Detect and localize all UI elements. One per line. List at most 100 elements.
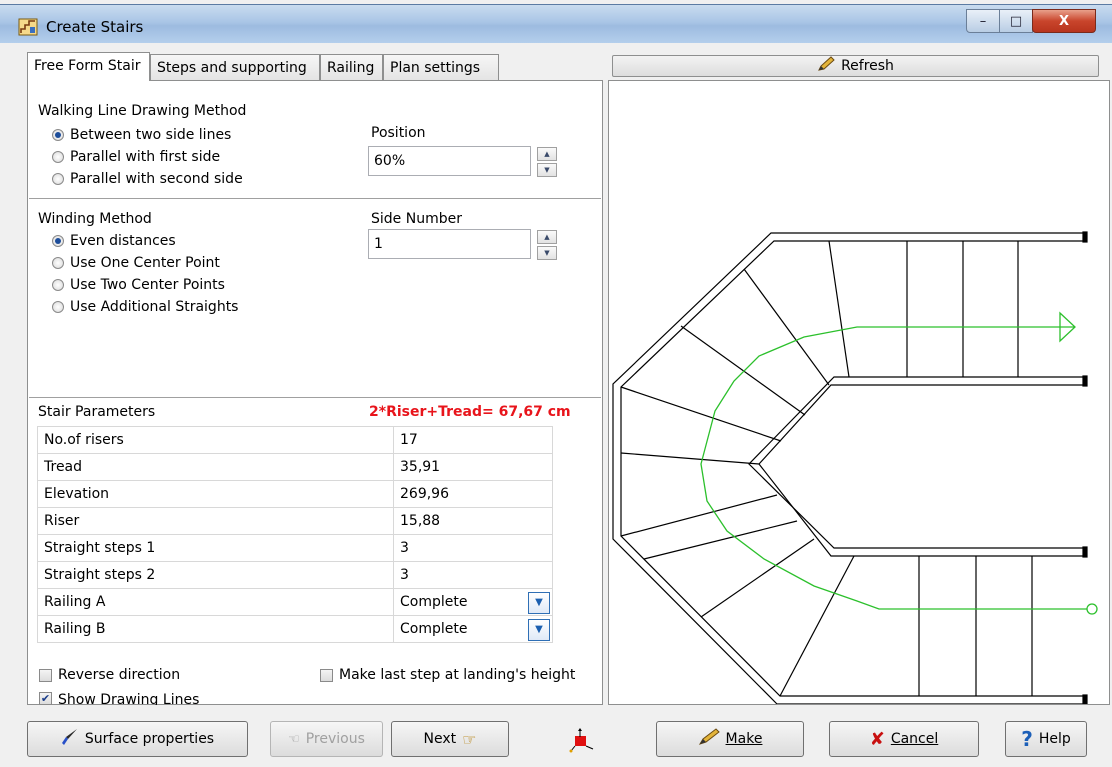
radio-one-center-point[interactable]: Use One Center Point <box>52 252 238 274</box>
position-spinner: ▲ ▼ <box>537 147 557 177</box>
param-value[interactable]: 269,96 <box>393 480 553 508</box>
radio-label: Use Additional Straights <box>70 299 239 315</box>
select-value: Complete <box>400 594 468 610</box>
table-row: Railing B Complete ▼ <box>37 615 553 643</box>
chevron-down-icon[interactable]: ▼ <box>528 592 550 614</box>
make-last-step-checkbox[interactable]: Make last step at landing's height <box>320 665 575 685</box>
table-row: Railing A Complete ▼ <box>37 588 553 616</box>
next-label: Next <box>423 731 457 747</box>
cancel-x-icon: ✘ <box>869 728 885 750</box>
make-button[interactable]: Make <box>656 721 804 757</box>
radio-label: Use Two Center Points <box>70 277 225 293</box>
pencil-icon <box>817 56 835 76</box>
tab-free-form-stair[interactable]: Free Form Stair <box>27 52 150 81</box>
make-label: Make <box>725 731 763 747</box>
radio-icon <box>52 301 64 313</box>
spin-up-icon[interactable]: ▲ <box>537 230 557 244</box>
show-drawing-lines-checkbox[interactable]: ✔ Show Drawing Lines <box>39 692 199 705</box>
title-bar[interactable]: Create Stairs – □ X <box>0 4 1112 43</box>
hand-right-icon: ☞ <box>462 729 477 749</box>
radio-label: Use One Center Point <box>70 255 220 271</box>
radio-parallel-first-side[interactable]: Parallel with first side <box>52 146 243 168</box>
next-button[interactable]: Next ☞ <box>391 721 509 757</box>
param-value[interactable]: 35,91 <box>393 453 553 481</box>
walking-line-options: Between two side lines Parallel with fir… <box>52 124 243 190</box>
previous-label: Previous <box>305 731 365 747</box>
radio-even-distances[interactable]: Even distances <box>52 230 238 252</box>
railing-b-select[interactable]: Complete ▼ <box>393 615 553 643</box>
create-stairs-dialog: Create Stairs – □ X Free Form Stair Step… <box>0 0 1112 767</box>
winding-method-options: Even distances Use One Center Point Use … <box>52 230 238 318</box>
minimize-button[interactable]: – <box>966 9 1000 33</box>
separator <box>29 198 601 200</box>
hand-left-icon: ☜ <box>288 731 300 747</box>
side-number-input[interactable]: 1 ▲ ▼ <box>368 229 557 260</box>
spin-down-icon[interactable]: ▼ <box>537 163 557 177</box>
position-input[interactable]: 60% ▲ ▼ <box>368 146 557 177</box>
stair-parameters-table: No.of risers 17 Tread 35,91 Elevation 269,9… <box>37 426 553 643</box>
radio-selected-icon <box>52 129 64 141</box>
radio-label: Between two side lines <box>70 127 232 143</box>
riser-tread-formula: 2*Riser+Tread= 67,67 cm <box>369 404 571 420</box>
cancel-label: Cancel <box>890 731 939 747</box>
param-value[interactable]: 3 <box>393 534 553 562</box>
param-label: Straight steps 1 <box>37 534 394 562</box>
tab-plan-settings[interactable]: Plan settings <box>383 54 499 80</box>
table-row: Straight steps 23 <box>37 561 553 589</box>
radio-icon <box>52 279 64 291</box>
radio-selected-icon <box>52 235 64 247</box>
radio-parallel-second-side[interactable]: Parallel with second side <box>52 168 243 190</box>
radio-icon <box>52 173 64 185</box>
radio-between-two-side-lines[interactable]: Between two side lines <box>52 124 243 146</box>
surface-properties-button[interactable]: Surface properties <box>27 721 248 757</box>
table-row: Riser 15,88 <box>37 507 553 535</box>
param-value[interactable]: 17 <box>393 426 553 454</box>
maximize-button[interactable]: □ <box>999 9 1033 33</box>
stair-parameters-title: Stair Parameters <box>38 404 156 420</box>
param-label: Tread <box>37 453 394 481</box>
close-button[interactable]: X <box>1032 9 1096 33</box>
stair-plan-drawing <box>612 231 1098 706</box>
refresh-label: Refresh <box>841 58 894 74</box>
separator <box>29 397 601 399</box>
param-value[interactable]: 15,88 <box>393 507 553 535</box>
spin-down-icon[interactable]: ▼ <box>537 246 557 260</box>
param-value[interactable]: 3 <box>393 561 553 589</box>
stair-preview-canvas[interactable] <box>608 80 1110 706</box>
cancel-button[interactable]: ✘ Cancel <box>829 721 979 757</box>
checkbox-icon <box>320 668 333 682</box>
refresh-button[interactable]: Refresh <box>612 55 1099 77</box>
help-question-icon: ? <box>1021 727 1033 751</box>
walking-line-title: Walking Line Drawing Method <box>38 103 247 119</box>
radio-two-center-points[interactable]: Use Two Center Points <box>52 274 238 296</box>
param-label: Riser <box>37 507 394 535</box>
window-title: Create Stairs <box>46 18 144 36</box>
table-row: Tread 35,91 <box>37 453 553 481</box>
help-button[interactable]: ? Help <box>1005 721 1087 757</box>
3d-axis-icon[interactable] <box>569 727 595 753</box>
radio-label: Even distances <box>70 233 176 249</box>
previous-button[interactable]: ☜ Previous <box>270 721 383 757</box>
brush-icon <box>61 728 79 750</box>
table-row: Straight steps 13 <box>37 534 553 562</box>
spin-up-icon[interactable]: ▲ <box>537 147 557 161</box>
tab-steps-and-supporting[interactable]: Steps and supporting <box>150 54 320 80</box>
table-row: No.of risers 17 <box>37 426 553 454</box>
pencil-icon <box>698 728 720 750</box>
side-number-value: 1 <box>374 236 383 252</box>
walking-line <box>700 311 1098 615</box>
side-number-spinner: ▲ ▼ <box>537 230 557 260</box>
minimize-icon: – <box>979 13 987 29</box>
tab-railing[interactable]: Railing <box>320 54 383 80</box>
chevron-down-icon[interactable]: ▼ <box>528 619 550 641</box>
radio-icon <box>52 257 64 269</box>
checkbox-icon <box>39 668 52 682</box>
railing-a-select[interactable]: Complete ▼ <box>393 588 553 616</box>
position-value: 60% <box>374 153 406 169</box>
param-label: Railing A <box>37 588 394 616</box>
app-icon <box>18 17 38 37</box>
radio-additional-straights[interactable]: Use Additional Straights <box>52 296 238 318</box>
radio-icon <box>52 151 64 163</box>
param-label: Elevation <box>37 480 394 508</box>
reverse-direction-checkbox[interactable]: Reverse direction <box>39 665 180 685</box>
